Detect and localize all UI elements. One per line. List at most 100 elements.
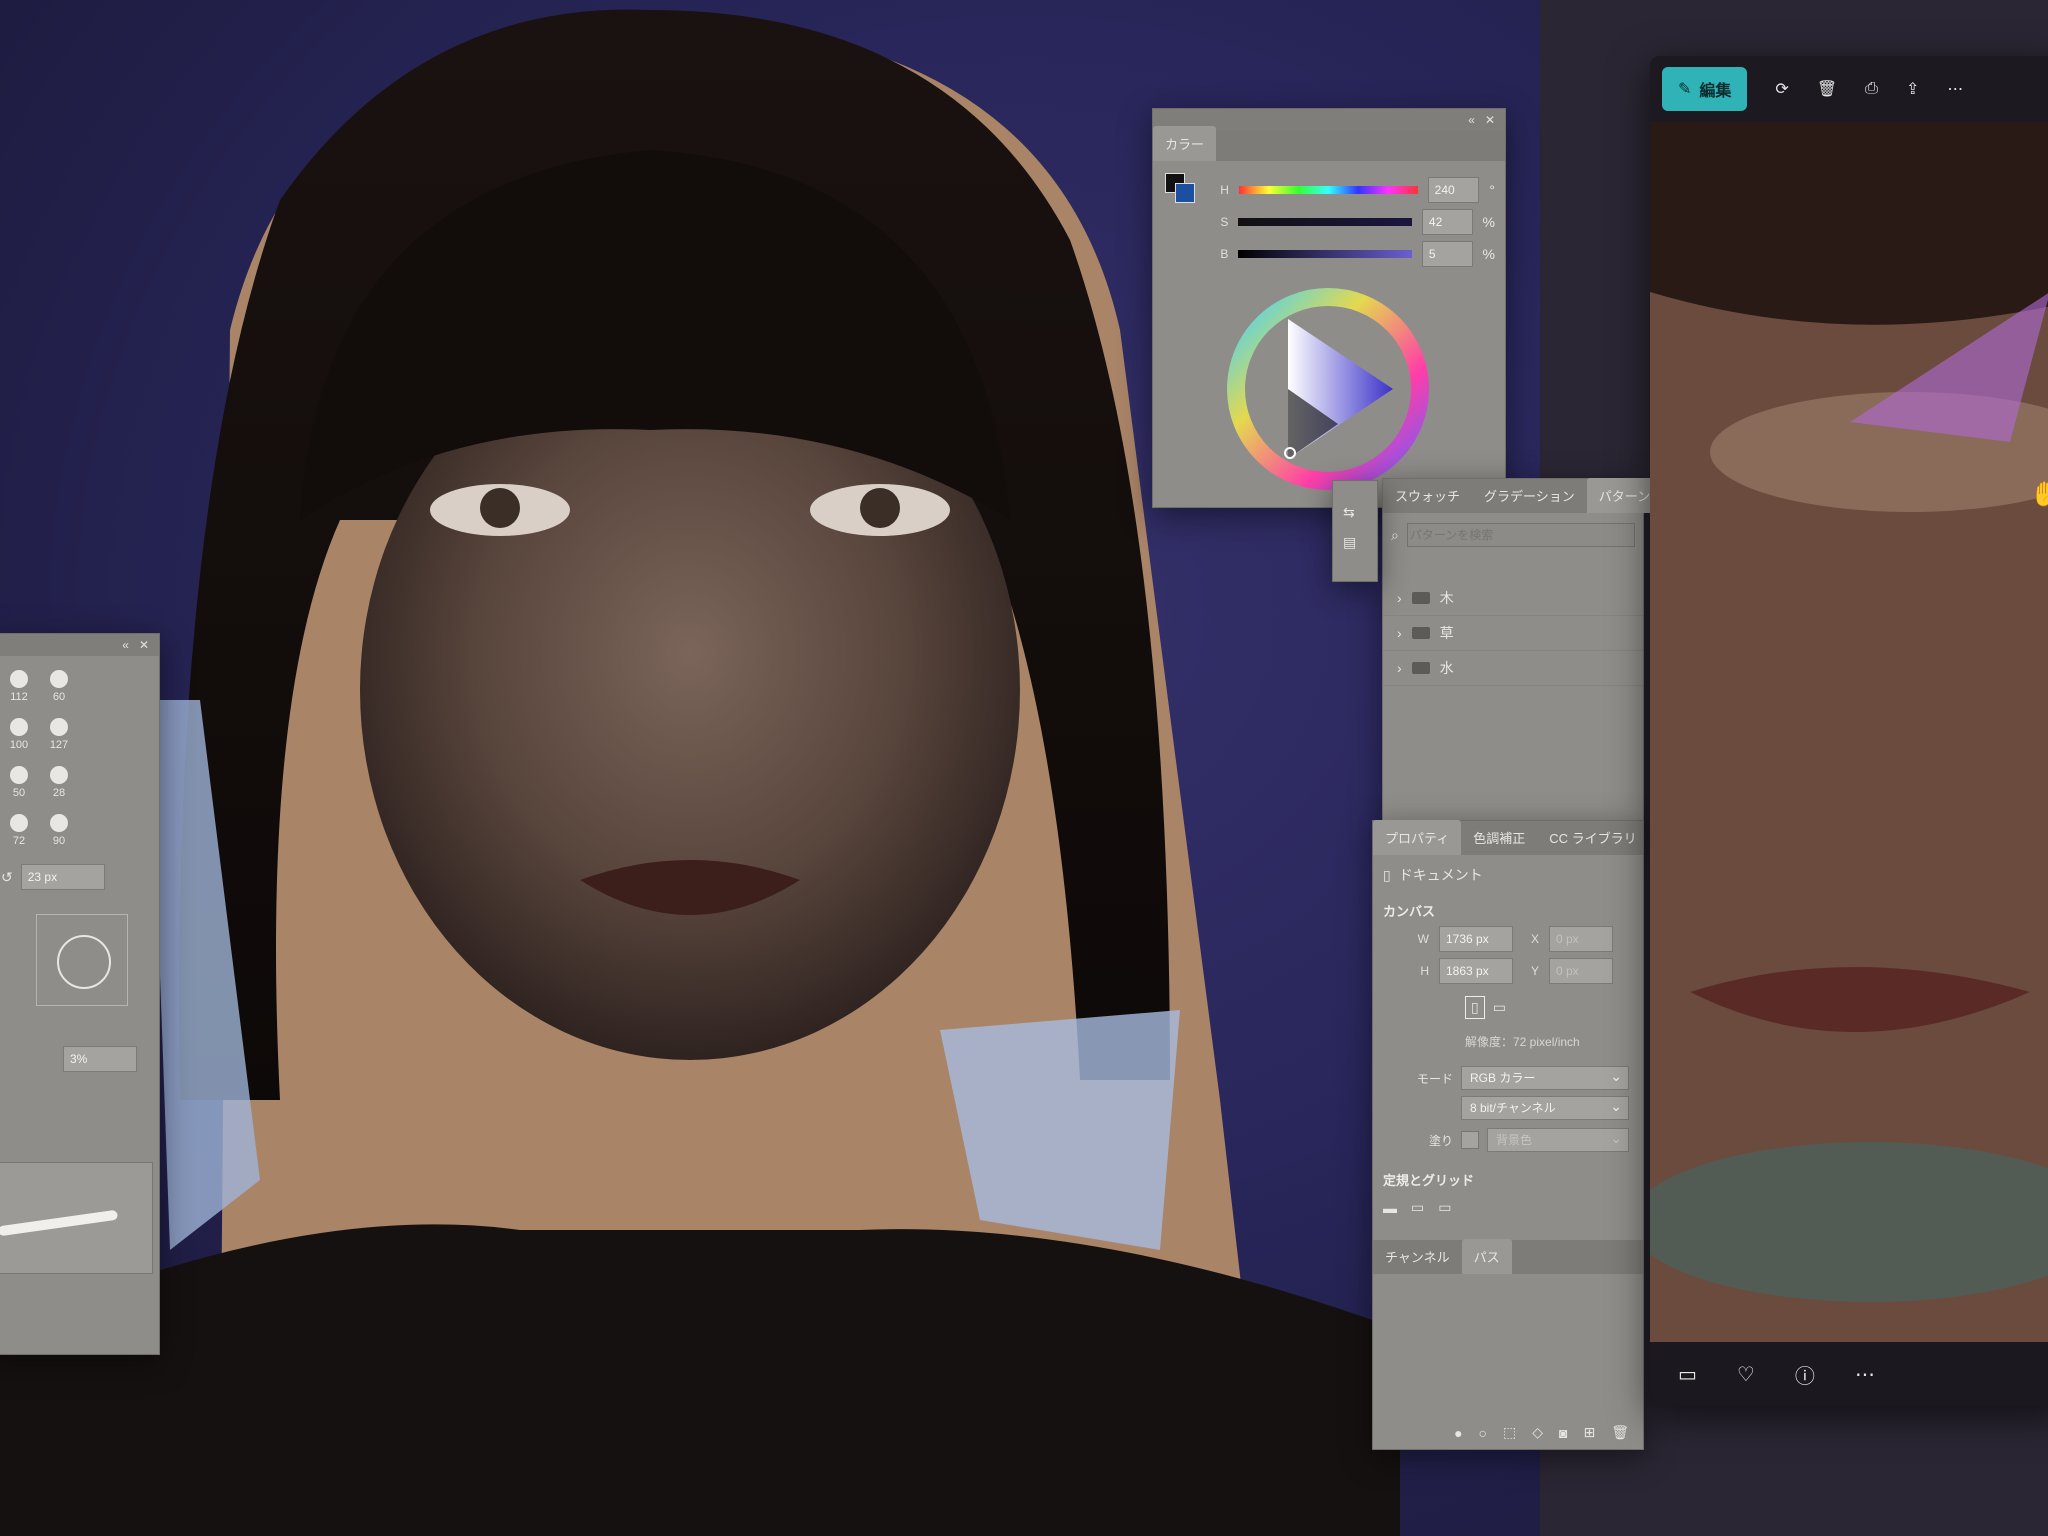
color-wheel[interactable] <box>1218 279 1438 499</box>
brush-preset[interactable]: 112 <box>1 664 37 708</box>
tab-swatches[interactable]: スウォッチ <box>1383 478 1472 513</box>
height-field[interactable]: 1863 px <box>1439 958 1513 984</box>
fill-select[interactable]: 背景色 <box>1487 1127 1629 1152</box>
tab-cc-libraries[interactable]: CC ライブラリ <box>1537 820 1648 855</box>
y-field[interactable]: 0 px <box>1549 958 1613 984</box>
side-tool-strip: ⇆ ▤ <box>1332 480 1378 582</box>
folder-icon <box>1411 592 1430 604</box>
brush-panel-topbar: « ✕ <box>0 634 159 656</box>
hue-unit: ° <box>1489 182 1495 198</box>
pattern-search-input[interactable] <box>1406 523 1635 547</box>
brush-preset[interactable]: 100 <box>1 712 37 756</box>
reset-icon[interactable]: ↺ <box>1 869 13 886</box>
edit-icon: ✎ <box>1678 81 1692 98</box>
bit-depth-select[interactable]: 8 bit/チャンネル <box>1461 1095 1629 1120</box>
background-swatch[interactable] <box>1175 183 1195 203</box>
brush-preset[interactable]: 72 <box>1 808 37 852</box>
y-label: Y <box>1530 964 1539 978</box>
saturation-field[interactable]: 42 <box>1421 209 1473 235</box>
pattern-folder[interactable]: › 草 <box>1383 616 1643 651</box>
more-icon[interactable]: ⋯ <box>1947 79 1963 99</box>
filmstrip-icon[interactable]: ▭ <box>1678 1362 1697 1387</box>
tab-paths[interactable]: パス <box>1461 1239 1512 1274</box>
viewer-bottom-bar: ▭ ♡ ⓘ ⋯ ⤢ <box>1650 1342 2048 1406</box>
tab-adjustments[interactable]: 色調補正 <box>1461 820 1537 855</box>
brush-preset[interactable]: 50 <box>1 760 37 804</box>
brush-size-field[interactable]: 23 px <box>20 864 105 890</box>
hue-field[interactable]: 240 <box>1427 177 1480 203</box>
brush-preset[interactable]: 127 <box>41 712 77 756</box>
close-icon[interactable]: ✕ <box>139 638 149 652</box>
brush-size-label: 60 <box>52 690 66 703</box>
brush-preset[interactable]: 28 <box>41 760 77 804</box>
brush-preset-grid: 112 60 100 127 50 28 72 90 <box>0 656 159 860</box>
tab-color[interactable]: カラー <box>1153 126 1217 161</box>
library-tabs: スウォッチ グラデーション パターン <box>1383 478 1663 513</box>
canvas-section-title[interactable]: カンバス <box>1383 901 1633 920</box>
share-icon[interactable]: ⇪ <box>1906 79 1919 99</box>
guides-icon[interactable]: ▭ <box>1438 1199 1451 1216</box>
fill-swatch[interactable] <box>1461 1131 1479 1149</box>
ruler-icons-row: ▬ ▭ ▭ <box>1383 1199 1633 1216</box>
favorite-heart-icon[interactable]: ♡ <box>1737 1362 1755 1387</box>
info-icon[interactable]: ⓘ <box>1795 1360 1815 1389</box>
print-icon[interactable]: ⎙ <box>1865 80 1878 98</box>
tab-properties[interactable]: プロパティ <box>1373 820 1462 855</box>
brightness-slider[interactable] <box>1238 250 1412 258</box>
pattern-folder[interactable]: › 木 <box>1383 581 1643 616</box>
saturation-row: S 42 % <box>1213 209 1495 235</box>
channels-paths-tabs: チャンネル パス <box>1373 1239 1643 1274</box>
mode-select[interactable]: RGB カラー <box>1461 1065 1629 1090</box>
saturation-label: S <box>1220 215 1229 229</box>
brush-angle-preview[interactable] <box>36 914 128 1006</box>
height-row: H 1863 px Y 0 px <box>1413 958 1633 984</box>
close-icon[interactable]: ✕ <box>1485 113 1495 127</box>
tab-gradients[interactable]: グラデーション <box>1472 478 1587 513</box>
width-field[interactable]: 1736 px <box>1439 926 1513 952</box>
brightness-field[interactable]: 5 <box>1421 241 1473 267</box>
height-label: H <box>1420 964 1429 978</box>
folder-label: 水 <box>1439 660 1454 676</box>
fill-path-icon[interactable]: ● <box>1454 1425 1462 1441</box>
trash-icon[interactable]: 🗑 <box>1611 1424 1629 1441</box>
collapse-icon[interactable]: « <box>1468 113 1475 127</box>
svg-text:✋: ✋ <box>2030 480 2048 508</box>
brush-stroke-preview <box>0 1162 153 1274</box>
ruler-icon[interactable]: ▬ <box>1383 1200 1397 1216</box>
tab-channels[interactable]: チャンネル <box>1373 1239 1462 1274</box>
new-path-icon[interactable]: ⊞ <box>1583 1424 1595 1441</box>
hue-label: H <box>1220 183 1229 197</box>
comment-icon[interactable]: ▤ <box>1343 527 1367 557</box>
hue-row: H 240 ° <box>1213 177 1495 203</box>
edit-button[interactable]: ✎ 編集 <box>1662 67 1748 111</box>
grid-icon[interactable]: ▭ <box>1411 1199 1424 1216</box>
rulers-grid-section-title[interactable]: 定規とグリッド <box>1383 1170 1633 1189</box>
stroke-path-icon[interactable]: ○ <box>1479 1425 1487 1441</box>
brush-preset[interactable]: 60 <box>41 664 77 708</box>
pattern-folder[interactable]: › 水 <box>1383 651 1643 686</box>
more-icon[interactable]: ⋯ <box>1855 1362 1875 1387</box>
color-panel-body: H 240 ° S 42 % B 5 % <box>1153 161 1505 490</box>
orientation-row: ▯ ▭ <box>1465 996 1633 1019</box>
folder-icon <box>1411 662 1430 674</box>
saturation-slider[interactable] <box>1238 218 1412 226</box>
brush-preset[interactable]: 90 <box>41 808 77 852</box>
landscape-orientation-icon[interactable]: ▭ <box>1493 999 1506 1016</box>
trash-icon[interactable]: 🗑 <box>1817 79 1837 99</box>
portrait-orientation-icon[interactable]: ▯ <box>1465 996 1485 1019</box>
brush-size-row: ↺ 23 px <box>0 860 159 894</box>
collapse-icon[interactable]: « <box>122 638 129 652</box>
properties-tabs: プロパティ 色調補正 CC ライブラリ <box>1373 820 1643 855</box>
add-mask-icon[interactable]: ◙ <box>1559 1425 1567 1441</box>
hue-slider[interactable] <box>1238 186 1418 194</box>
x-field[interactable]: 0 px <box>1549 926 1613 952</box>
load-selection-icon[interactable]: ⬚ <box>1503 1424 1516 1441</box>
brightness-row: B 5 % <box>1213 241 1495 267</box>
spacing-field[interactable]: 3% <box>63 1046 137 1072</box>
folder-label: 草 <box>1439 625 1454 641</box>
brush-size-label: 28 <box>52 786 66 799</box>
document-icon: ▯ <box>1383 866 1391 883</box>
history-icon[interactable]: ⇆ <box>1343 497 1367 527</box>
rotate-icon[interactable]: ⟳ <box>1775 79 1788 99</box>
make-path-icon[interactable]: ◇ <box>1532 1424 1543 1441</box>
